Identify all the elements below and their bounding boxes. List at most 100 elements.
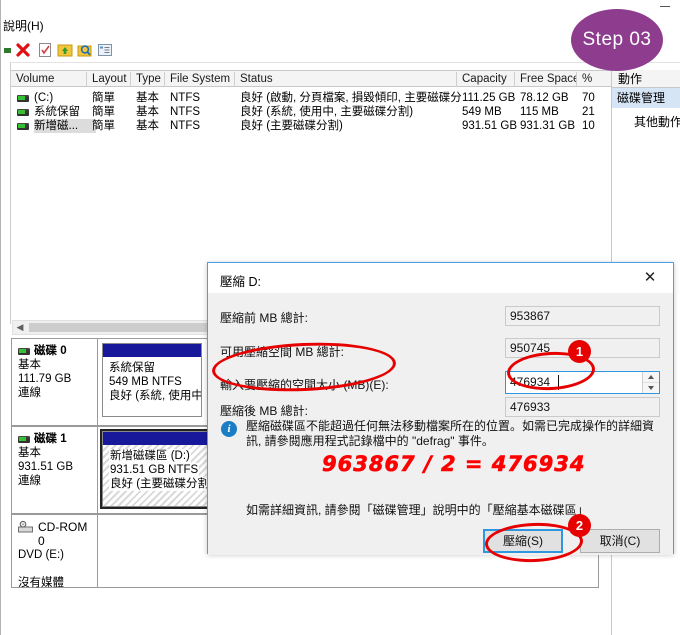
cell-layout: 簡單 bbox=[92, 106, 115, 118]
column-header-capacity[interactable]: Capacity bbox=[457, 72, 515, 87]
search-icon[interactable] bbox=[77, 42, 93, 58]
disk-size-0: 111.79 GB bbox=[18, 373, 72, 385]
disk-info-0: 磁碟 0 基本 111.79 GB 連線 bbox=[12, 339, 98, 425]
dialog-title: 壓縮 D: bbox=[220, 275, 261, 289]
table-row[interactable]: 系統保留 簡單 基本 NTFS 良好 (系統, 使用中, 主要磁碟分割) 549… bbox=[11, 105, 611, 119]
table-row[interactable]: 新增磁... 簡單 基本 NTFS 良好 (主要磁碟分割) 931.51 GB … bbox=[11, 119, 611, 133]
cdrom-spacer bbox=[18, 562, 97, 576]
horizontal-scrollbar[interactable]: ◀ bbox=[12, 320, 210, 335]
column-header-layout[interactable]: Layout bbox=[87, 72, 131, 87]
partition-label: 新增磁碟區 (D:) bbox=[109, 449, 191, 463]
label-total-size-after: 壓縮後 MB 總計: bbox=[220, 404, 309, 418]
actions-pane-header: 動作 bbox=[612, 70, 680, 88]
cdrom-kind: DVD (E:) bbox=[18, 549, 64, 561]
cell-type: 基本 bbox=[136, 120, 159, 132]
annotation-badge-2: 2 bbox=[568, 514, 591, 537]
cdrom-state: 沒有媒體 bbox=[18, 577, 64, 589]
partition-size: 549 MB NTFS bbox=[109, 376, 182, 388]
partition-status: 良好 (系統, 使用中, bbox=[109, 390, 201, 402]
shrink-dialog: 壓縮 D: ✕ 壓縮前 MB 總計: 953867 可用壓縮空間 MB 總計: … bbox=[207, 262, 674, 555]
disk-info-1: 磁碟 1 基本 931.51 GB 連線 bbox=[12, 427, 98, 513]
cell-free-space: 78.12 GB bbox=[520, 92, 569, 104]
cell-percent: 21 bbox=[582, 106, 595, 118]
window-minimize-button[interactable] bbox=[660, 6, 670, 7]
cell-percent: 70 bbox=[582, 92, 595, 104]
label-available-shrink-space: 可用壓縮空間 MB 總計: bbox=[220, 345, 345, 359]
shrink-amount-input-wrap[interactable]: 476934 bbox=[505, 371, 660, 394]
label-total-size-before: 壓縮前 MB 總計: bbox=[220, 311, 309, 325]
quantity-stepper[interactable] bbox=[642, 372, 659, 393]
disk-label-0: 磁碟 0 bbox=[18, 344, 97, 358]
cell-capacity: 111.25 GB bbox=[462, 92, 516, 104]
partition-color-bar bbox=[103, 344, 201, 357]
volume-list-gutter bbox=[1, 62, 11, 324]
properties-icon[interactable] bbox=[37, 42, 53, 58]
menu-item-help[interactable]: 說明(H) bbox=[3, 17, 44, 34]
disk-info-cdrom: CD-ROM 0 DVD (E:) 沒有媒體 bbox=[12, 515, 98, 589]
cell-volume: 系統保留 bbox=[34, 106, 80, 118]
column-header-percent[interactable]: % bbox=[577, 72, 611, 87]
action-item-disk-management[interactable]: 磁碟管理 bbox=[612, 88, 680, 108]
cell-status: 良好 (主要磁碟分割) bbox=[240, 120, 343, 132]
disk-state-1: 連線 bbox=[18, 475, 41, 487]
cell-volume: 新增磁... bbox=[34, 119, 96, 133]
info-icon: i bbox=[221, 421, 237, 437]
volume-icon bbox=[17, 95, 29, 102]
cancel-button[interactable]: 取消(C) bbox=[580, 529, 660, 553]
shrink-button[interactable]: 壓縮(S) bbox=[483, 529, 563, 553]
cell-layout: 簡單 bbox=[92, 92, 115, 104]
close-icon[interactable]: ✕ bbox=[633, 266, 667, 290]
annotation-badge-1: 1 bbox=[568, 340, 591, 363]
disk-state-0: 連線 bbox=[18, 387, 41, 399]
cell-percent: 10 bbox=[582, 120, 595, 132]
volume-icon bbox=[17, 109, 29, 116]
table-row[interactable]: (C:) 簡單 基本 NTFS 良好 (啟動, 分頁檔案, 損毀傾印, 主要磁碟… bbox=[11, 91, 611, 105]
action-item-other-actions[interactable]: 其他動作 bbox=[612, 112, 680, 132]
delete-red-x-icon[interactable] bbox=[15, 42, 31, 58]
partition-size: 931.51 GB NTFS bbox=[109, 463, 200, 477]
column-header-file-system[interactable]: File System bbox=[165, 72, 235, 87]
dialog-titlebar: 壓縮 D: ✕ bbox=[208, 263, 673, 293]
label-enter-shrink-amount: 輸入要壓縮的空間大小 (MB)(E): bbox=[220, 378, 389, 392]
column-header-volume[interactable]: Volume bbox=[11, 72, 87, 87]
text-caret bbox=[558, 375, 559, 390]
annotation-formula: 963867 / 2 = 476934 bbox=[322, 452, 586, 477]
cell-file-system: NTFS bbox=[170, 106, 201, 118]
cell-file-system: NTFS bbox=[170, 120, 201, 132]
partition-details: 系統保留 549 MB NTFS 良好 (系統, 使用中, bbox=[103, 357, 201, 416]
dialog-body: 壓縮前 MB 總計: 953867 可用壓縮空間 MB 總計: 950745 輸… bbox=[208, 293, 673, 555]
partition-status: 良好 (主要磁碟分割) bbox=[109, 477, 214, 491]
cell-layout: 簡單 bbox=[92, 120, 115, 132]
cell-status: 良好 (系統, 使用中, 主要磁碟分割) bbox=[240, 106, 414, 118]
column-header-free-space[interactable]: Free Space bbox=[515, 72, 577, 87]
partition-system-reserved[interactable]: 系統保留 549 MB NTFS 良好 (系統, 使用中, bbox=[102, 343, 202, 417]
cell-free-space: 931.31 GB bbox=[520, 120, 575, 132]
disk-kind-1: 基本 bbox=[18, 447, 41, 459]
info-text: 壓縮磁碟區不能超過任何無法移動檔案所在的位置。如需已完成操作的詳細資訊, 請參閱… bbox=[246, 419, 655, 448]
cell-file-system: NTFS bbox=[170, 92, 201, 104]
stepper-up-icon[interactable] bbox=[643, 372, 659, 383]
volume-list-header: Volume Layout Type File System Status Ca… bbox=[11, 70, 680, 87]
column-header-type[interactable]: Type bbox=[131, 72, 165, 87]
shrink-amount-input[interactable]: 476934 bbox=[506, 372, 638, 393]
scroll-left-arrow-icon[interactable]: ◀ bbox=[13, 321, 27, 334]
field-total-size-before: 953867 bbox=[505, 306, 660, 326]
column-header-status[interactable]: Status bbox=[235, 72, 457, 87]
cdrom-icon bbox=[18, 520, 33, 533]
scrollbar-thumb[interactable] bbox=[29, 323, 207, 332]
disk-icon bbox=[18, 348, 30, 355]
export-icon[interactable] bbox=[57, 42, 73, 58]
stepper-down-icon[interactable] bbox=[643, 383, 659, 393]
volume-icon bbox=[17, 123, 29, 130]
cell-type: 基本 bbox=[136, 106, 159, 118]
list-view-icon[interactable] bbox=[97, 42, 113, 58]
cell-status: 良好 (啟動, 分頁檔案, 損毀傾印, 主要磁碟分割) bbox=[240, 92, 462, 104]
partition-label: 系統保留 bbox=[109, 362, 155, 374]
cell-capacity: 931.51 GB bbox=[462, 120, 517, 132]
disk-icon bbox=[18, 436, 30, 443]
step-badge: Step 03 bbox=[571, 9, 663, 71]
cell-type: 基本 bbox=[136, 92, 159, 104]
cdrom-label: CD-ROM 0 bbox=[18, 520, 97, 548]
cell-volume: (C:) bbox=[34, 92, 54, 104]
field-total-size-after: 476933 bbox=[505, 397, 660, 417]
